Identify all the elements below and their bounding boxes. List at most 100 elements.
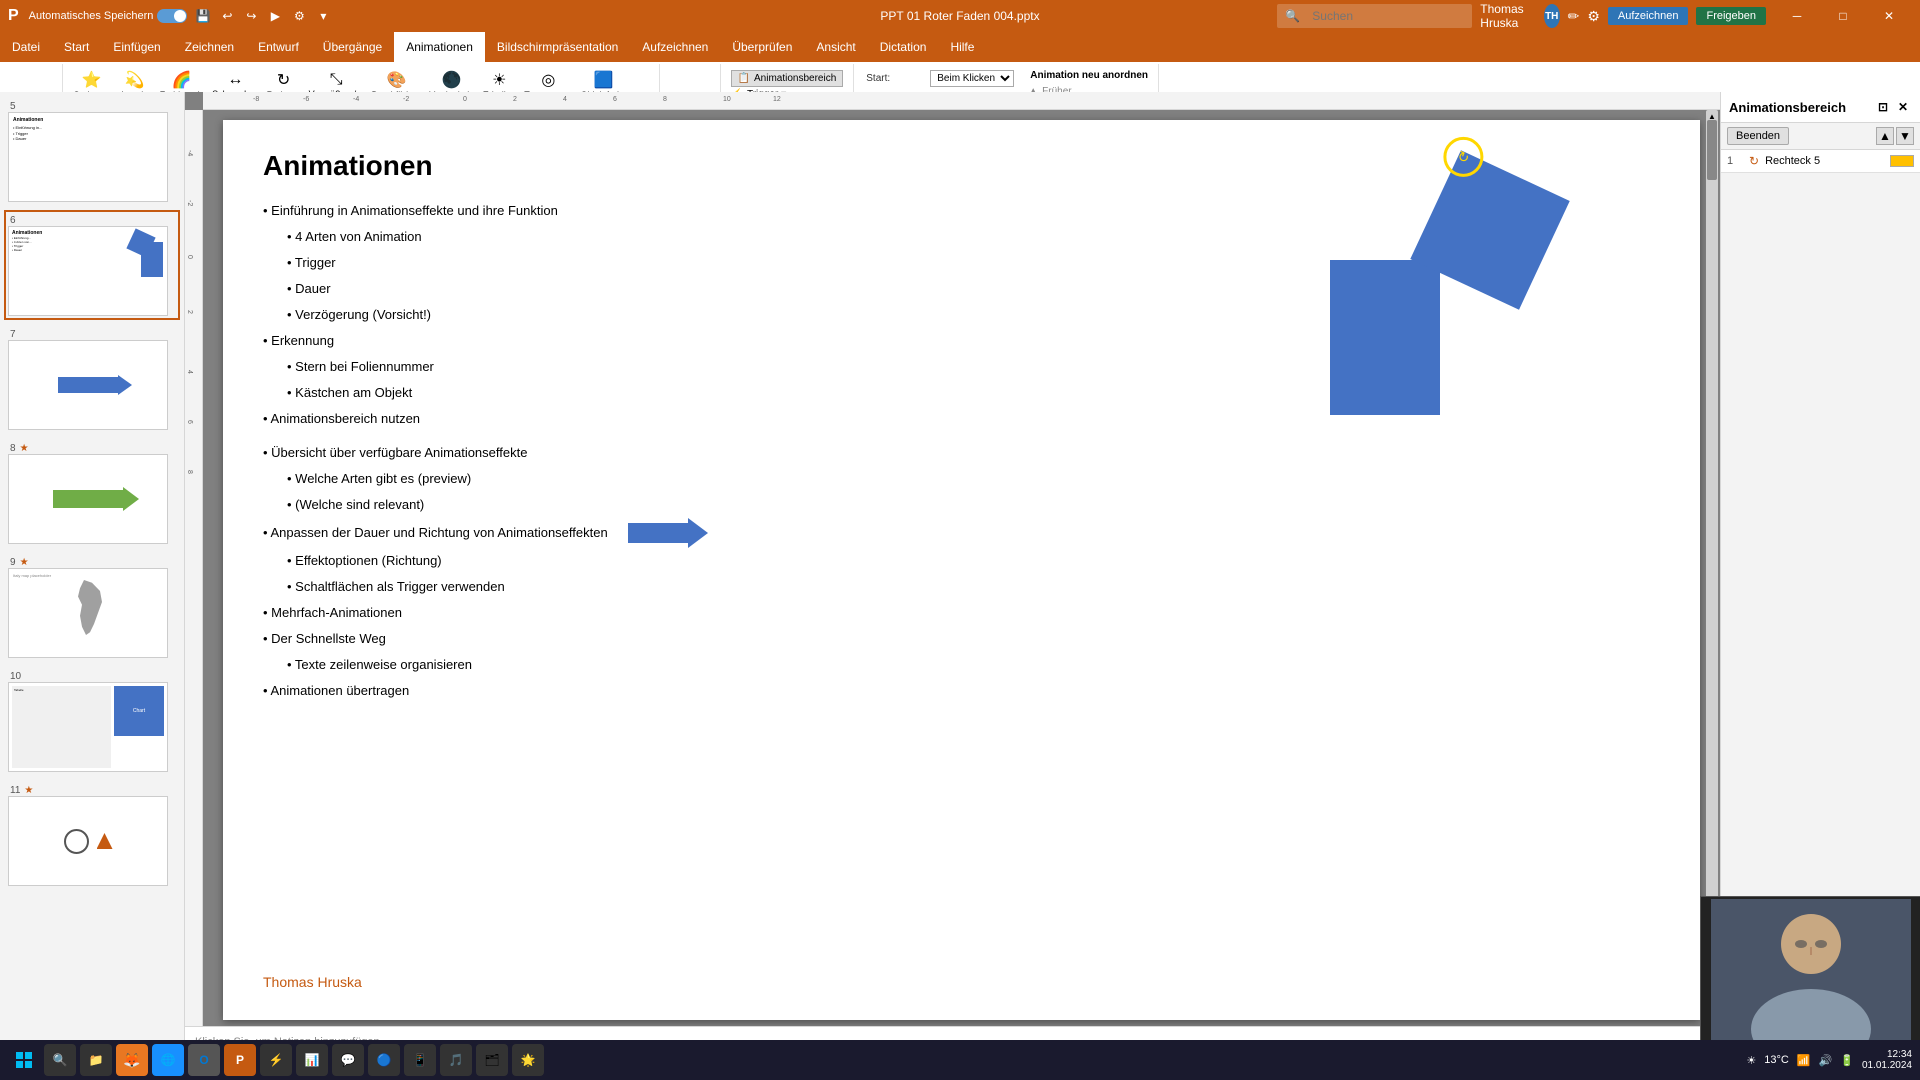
slide-img-10: Tabelle Chart: [8, 682, 168, 772]
item-color-bar: [1890, 155, 1914, 167]
tab-entwurf[interactable]: Entwurf: [246, 32, 311, 62]
video-overlay: [1700, 896, 1920, 1056]
slide-thumb-9[interactable]: 9 ★ Italy map placeholder: [4, 552, 180, 662]
panel-down-btn[interactable]: ▼: [1896, 127, 1914, 145]
taskbar-app7[interactable]: 🗂: [476, 1044, 508, 1076]
tab-einfuegen[interactable]: Einfügen: [101, 32, 172, 62]
bullet-4-2: • (Welche sind relevant): [263, 492, 1660, 518]
tab-animationen[interactable]: Animationen: [394, 32, 485, 62]
anim-panel-item-1[interactable]: 1 ↻ Rechteck 5: [1721, 150, 1920, 173]
autosave-toggle[interactable]: Automatisches Speichern: [29, 9, 188, 23]
neu-anordnen-label: Animation neu anordnen: [1028, 68, 1150, 83]
tab-uebergaenge[interactable]: Übergänge: [311, 32, 394, 62]
avatar[interactable]: TH: [1544, 4, 1560, 28]
verdunkeln-icon: 🌑: [442, 70, 462, 90]
durchfaerben-icon: 🎨: [386, 70, 406, 90]
tab-datei[interactable]: Datei: [0, 32, 52, 62]
present-icon-btn[interactable]: ▶: [265, 6, 285, 26]
bullet-5-1: • Effektoptionen (Richtung): [263, 548, 1660, 574]
slide-thumb-6[interactable]: 6 Animationen • Einführung...• 4 Arten v…: [4, 210, 180, 320]
horizontal-ruler: -8 -6 -4 -2 0 2 4 6 8 10 12: [203, 92, 1720, 110]
presenter-video: [1711, 899, 1911, 1054]
taskbar-chrome[interactable]: 🌐: [152, 1044, 184, 1076]
taskbar-app6[interactable]: 🎵: [440, 1044, 472, 1076]
bullet-8: • Animationen übertragen: [263, 678, 1660, 704]
record-button[interactable]: Aufzeichnen: [1608, 7, 1689, 25]
slide-thumb-11[interactable]: 11 ★: [4, 780, 180, 890]
bullet-2-1: • Stern bei Foliennummer: [263, 354, 1660, 380]
slide-thumb-8[interactable]: 8 ★: [4, 438, 180, 548]
ink-icon-btn[interactable]: ✏: [1568, 8, 1580, 25]
taskbar-app1[interactable]: ⚡: [260, 1044, 292, 1076]
taskbar-app5[interactable]: 📱: [404, 1044, 436, 1076]
slide-img-8: [8, 454, 168, 544]
taskbar-search[interactable]: 🔍: [44, 1044, 76, 1076]
window-controls: ─ □ ✕: [1774, 0, 1912, 32]
save-icon-btn[interactable]: 💾: [193, 6, 213, 26]
more-icon-btn[interactable]: ▾: [313, 6, 333, 26]
tab-start[interactable]: Start: [52, 32, 101, 62]
star-badge-8: ★: [20, 443, 29, 454]
slide-img-6: Animationen • Einführung...• 4 Arten von…: [8, 226, 168, 316]
start-select[interactable]: Beim Klicken: [930, 70, 1014, 87]
taskbar-app4[interactable]: 🔵: [368, 1044, 400, 1076]
custom-icon-btn[interactable]: ⚙: [289, 6, 309, 26]
animationsbereich-btn[interactable]: 📋 Animationsbereich: [731, 70, 844, 87]
start-label: Start:: [866, 73, 926, 84]
taskbar-app2[interactable]: 📊: [296, 1044, 328, 1076]
beenden-button[interactable]: Beenden: [1727, 127, 1789, 145]
filename-label: PPT 01 Roter Faden 004.pptx: [880, 9, 1039, 23]
rotation-indicator: ↻: [1443, 137, 1483, 177]
bullet-3: • Animationsbereich nutzen: [263, 406, 1660, 432]
slide-content-area: Animationen • Einführung in Animationsef…: [223, 120, 1700, 1020]
vertical-ruler: -4 -2 0 2 4 6 8: [185, 110, 203, 1040]
scrollbar-thumb[interactable]: [1707, 120, 1717, 180]
slide-thumb-7[interactable]: 7: [4, 324, 180, 434]
slide-num-10: 10: [10, 671, 176, 682]
start-button[interactable]: [8, 1044, 40, 1076]
weather-temp: 13°C: [1764, 1054, 1789, 1066]
maximize-button[interactable]: □: [1820, 0, 1866, 32]
clock[interactable]: 12:34 01.01.2024: [1862, 1049, 1912, 1071]
tab-dictation[interactable]: Dictation: [868, 32, 939, 62]
tab-ansicht[interactable]: Ansicht: [804, 32, 867, 62]
ribbon-tabs: Datei Start Einfügen Zeichnen Entwurf Üb…: [0, 32, 1920, 62]
panel-up-btn[interactable]: ▲: [1876, 127, 1894, 145]
tab-aufzeichnen[interactable]: Aufzeichnen: [630, 32, 720, 62]
taskbar-app8[interactable]: 🌟: [512, 1044, 544, 1076]
slide-img-11: [8, 796, 168, 886]
share-options-btn[interactable]: ⚙: [1587, 8, 1600, 25]
bullet-1-3: • Dauer: [263, 276, 1660, 302]
tab-ueberpruefen[interactable]: Überprüfen: [720, 32, 804, 62]
scroll-up-arrow[interactable]: ▲: [1706, 110, 1718, 122]
taskbar-files[interactable]: 📁: [80, 1044, 112, 1076]
vertical-scrollbar[interactable]: ▼ ▲: [1706, 110, 1718, 1022]
slide-thumb-10[interactable]: 10 Tabelle Chart: [4, 666, 180, 776]
titlebar: P Automatisches Speichern 💾 ↩ ↪ ▶ ⚙ ▾ PP…: [0, 0, 1920, 32]
bullet-6: • Mehrfach-Animationen: [263, 600, 1660, 626]
redo-icon-btn[interactable]: ↪: [241, 6, 261, 26]
tab-bildschirm[interactable]: Bildschirmpräsentation: [485, 32, 630, 62]
taskbar-app3[interactable]: 💬: [332, 1044, 364, 1076]
battery-icon: 🔋: [1840, 1054, 1854, 1067]
autosave-pill[interactable]: [157, 9, 187, 23]
tab-zeichnen[interactable]: Zeichnen: [173, 32, 246, 62]
search-icon: 🔍: [1285, 9, 1300, 23]
transparent-icon: ◎: [541, 70, 555, 90]
search-input[interactable]: [1304, 6, 1464, 26]
share-button[interactable]: Freigeben: [1696, 7, 1766, 25]
slide-img-7: [8, 340, 168, 430]
panel-close-btn[interactable]: ✕: [1894, 98, 1912, 116]
taskbar-firefox[interactable]: 🦊: [116, 1044, 148, 1076]
minimize-button[interactable]: ─: [1774, 0, 1820, 32]
title-right: 🔍 Thomas Hruska TH ✏ ⚙ Aufzeichnen Freig…: [1277, 0, 1912, 32]
close-button[interactable]: ✕: [1866, 0, 1912, 32]
panel-detach-btn[interactable]: ⊡: [1874, 98, 1892, 116]
slide-thumb-5[interactable]: 5 Animationen • Einführung in...• Trigge…: [4, 96, 180, 206]
blue-rectangle-shape[interactable]: [1330, 260, 1440, 415]
title-left: P Automatisches Speichern 💾 ↩ ↪ ▶ ⚙ ▾: [8, 6, 643, 26]
taskbar-powerpoint[interactable]: P: [224, 1044, 256, 1076]
undo-icon-btn[interactable]: ↩: [217, 6, 237, 26]
tab-hilfe[interactable]: Hilfe: [938, 32, 986, 62]
taskbar-outlook[interactable]: O: [188, 1044, 220, 1076]
